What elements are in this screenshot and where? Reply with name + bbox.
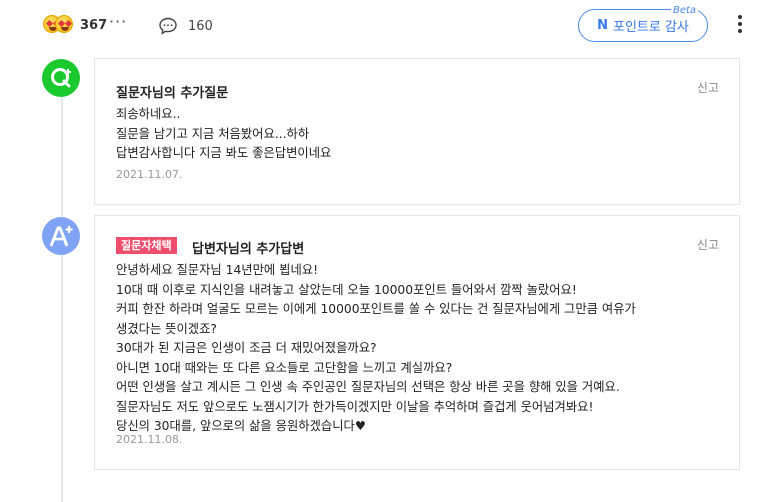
question-q-icon bbox=[42, 59, 80, 97]
body-line: 생겼다는 뜻이겠죠? bbox=[116, 321, 217, 336]
body-line: 질문자님도 저도 앞으로도 노잼시기가 한가득이겠지만 이날을 추억하며 즐겁게… bbox=[116, 399, 594, 414]
body-line: 안녕하세요 질문자님 14년만에 뵙네요! bbox=[116, 263, 319, 277]
reaction-emoji-icons[interactable] bbox=[43, 15, 75, 35]
card-body: 안녕하세요 질문자님 14년만에 뵙네요! 10대 때 이후로 지식인을 내려놓… bbox=[116, 261, 636, 437]
naver-n-icon: N bbox=[597, 18, 608, 33]
body-line: 커피 한잔 하라며 얼굴도 모르는 이에게 10000포인트를 쏠 수 있다는 … bbox=[116, 302, 636, 316]
more-reactions-button[interactable]: ··· bbox=[109, 12, 127, 31]
reaction-count: 367 bbox=[80, 18, 108, 33]
comment-count: 160 bbox=[188, 19, 213, 34]
chosen-by-asker-badge: 질문자채택 bbox=[116, 237, 177, 254]
post-date: 2021.11.08. bbox=[116, 433, 183, 446]
comment-icon[interactable] bbox=[158, 16, 178, 36]
additional-question-card: 질문자님의 추가질문 신고 죄송하네요.. 질문을 남기고 지금 처음봤어요..… bbox=[94, 58, 740, 205]
post-action-bar: 367 ··· 160 N 포인트로 감사 Beta bbox=[0, 0, 783, 52]
card-title: 답변자님의 추가답변 bbox=[192, 242, 305, 257]
thank-with-points-label: 포인트로 감사 bbox=[612, 20, 689, 35]
body-line: 죄송하네요.. bbox=[116, 107, 181, 121]
report-link[interactable]: 신고 bbox=[697, 236, 719, 253]
timeline-line bbox=[61, 90, 63, 502]
more-options-icon[interactable] bbox=[737, 15, 743, 37]
body-line: 10대 때 이후로 지식인을 내려놓고 살았는데 오늘 10000포인트 들어와… bbox=[116, 282, 577, 297]
card-body: 죄송하네요.. 질문을 남기고 지금 처음봤어요...하하 답변감사합니다 지금… bbox=[116, 105, 331, 164]
body-line: 당신의 30대를, 앞으로의 삶을 응원하겠습니다♥ bbox=[116, 419, 366, 433]
body-line: 답변감사합니다 지금 봐도 좋은답변이네요 bbox=[116, 146, 332, 160]
body-line: 질문을 남기고 지금 처음봤어요...하하 bbox=[116, 126, 310, 141]
body-line: 어떤 인생을 살고 계시든 그 인생 속 주인공인 질문자님의 선택은 항상 바… bbox=[116, 380, 620, 394]
card-title: 질문자님의 추가질문 bbox=[116, 86, 229, 101]
body-line: 30대가 된 지금은 인생이 조금 더 재밌어졌을까요? bbox=[116, 341, 377, 355]
body-line: 아니면 10대 때와는 또 다른 요소들로 고단함을 느끼고 계실까요? bbox=[116, 360, 453, 375]
grinning-emoji-icon bbox=[55, 15, 73, 33]
report-link[interactable]: 신고 bbox=[697, 79, 719, 96]
answer-a-icon bbox=[42, 217, 80, 255]
post-date: 2021.11.07. bbox=[116, 168, 183, 181]
additional-answer-card: 질문자채택 답변자님의 추가답변 신고 안녕하세요 질문자님 14년만에 뵙네요… bbox=[94, 215, 740, 470]
beta-tag: Beta bbox=[671, 5, 699, 16]
